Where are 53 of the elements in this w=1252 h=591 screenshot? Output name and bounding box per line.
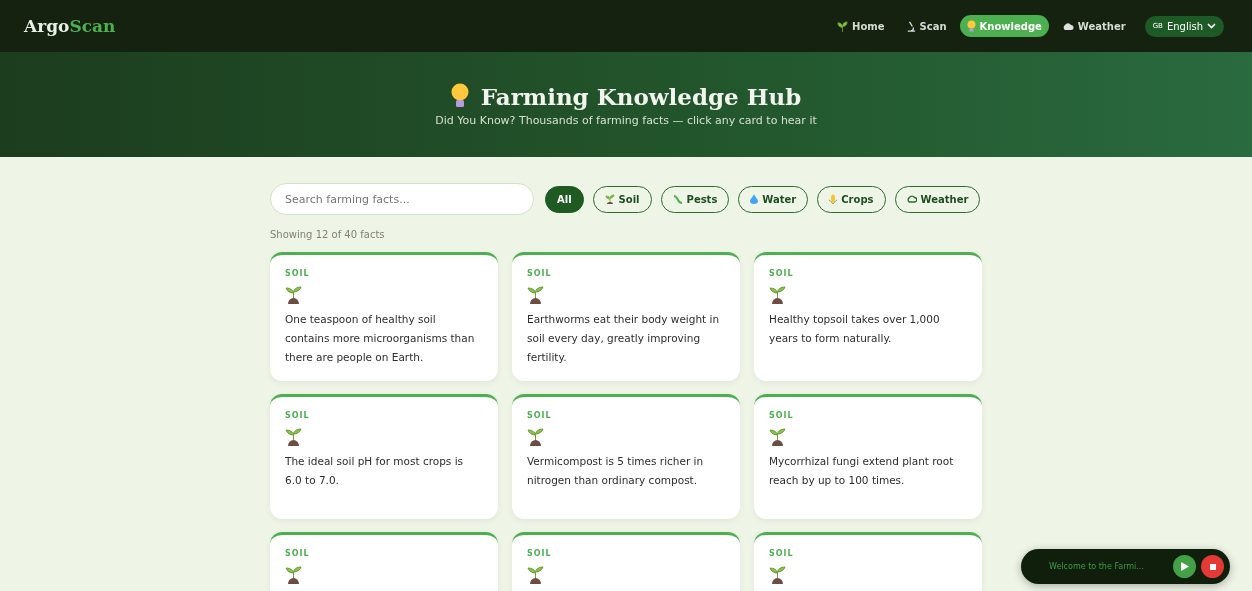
sprout-icon	[604, 194, 615, 204]
nav-link[interactable]: Home	[830, 15, 892, 37]
light-bulb-icon	[450, 83, 469, 109]
card-category: SOIL	[769, 549, 795, 558]
sprout-icon	[527, 427, 544, 446]
fact-card[interactable]: SOIL Mycorrhizal fungi extend plant root reach by up to 100 times.	[754, 394, 982, 519]
fact-text: Earthworms eat their body weight in soil every day, greatly improving fertility.	[527, 312, 721, 365]
play-icon	[1180, 562, 1189, 571]
card-category: SOIL	[285, 269, 311, 278]
sprout-icon	[285, 427, 302, 446]
stop-button[interactable]	[1201, 555, 1224, 578]
water-drop-icon	[750, 194, 759, 204]
fact-card[interactable]: SOIL Earthworms eat their body weight in soil every day, greatly improving fertility.	[512, 252, 740, 381]
card-category: SOIL	[527, 269, 553, 278]
chevron-down-icon	[1207, 23, 1216, 29]
sprout-icon	[769, 285, 786, 304]
sprout-icon	[285, 285, 302, 304]
sprout-icon	[285, 565, 302, 584]
card-category: SOIL	[527, 411, 553, 420]
fact-text: Healthy topsoil takes over 1,000 years to form naturally.	[769, 312, 941, 346]
sprout-icon	[527, 565, 544, 584]
fact-card[interactable]: SOIL Healthy topsoil takes over 1,000 years to form naturally.	[754, 252, 982, 381]
results-count: Showing 12 of 40 facts	[270, 229, 386, 240]
filter-chip[interactable]: All	[545, 185, 584, 213]
page-title: Farming Knowledge Hub	[480, 82, 802, 110]
brand-logo[interactable]: ArgoScan	[24, 16, 116, 36]
card-category: SOIL	[285, 411, 311, 420]
cloud-icon	[1061, 22, 1074, 30]
corn-icon	[829, 194, 838, 204]
card-category: SOIL	[769, 411, 795, 420]
card-category: SOIL	[527, 549, 553, 558]
stop-icon	[1209, 563, 1216, 570]
sprout-icon	[769, 427, 786, 446]
fact-text: Mycorrhizal fungi extend plant root reach by up to 100 times.	[769, 454, 955, 488]
nav-link[interactable]: Weather	[1054, 15, 1133, 37]
plant-icon	[837, 20, 849, 32]
play-button[interactable]	[1173, 555, 1196, 578]
fact-card[interactable]: SOIL One teaspoon of healthy soil contains more microorganisms than there are people on Earth.	[270, 252, 498, 381]
sprout-icon	[527, 285, 544, 304]
light-bulb-icon	[966, 20, 976, 32]
fact-text: The ideal soil pH for most crops is 6.0 to 7.0.	[285, 454, 465, 488]
fact-card[interactable]: SOIL The ideal soil pH for most crops is 6.0 to 7.0.	[270, 394, 498, 519]
fact-card[interactable]: SOIL Vermicompost is 5 times richer in nitrogen than ordinary compost.	[512, 394, 740, 519]
fact-text: Vermicompost is 5 times richer in nitrogen than ordinary compost.	[527, 454, 705, 488]
card-category: SOIL	[769, 269, 795, 278]
nav-link[interactable]: Scan	[897, 15, 954, 37]
card-category: SOIL	[285, 549, 311, 558]
page-subtitle: Did You Know? Thousands of farming facts — click any card to hear it	[435, 113, 817, 127]
fact-text: One teaspoon of healthy soil contains more microorganisms than there are people on Earth.	[285, 312, 476, 365]
player-caption: Welcome to the Farmi...	[1049, 562, 1145, 571]
sprout-icon	[769, 565, 786, 584]
search-field[interactable]: Search farming facts...	[270, 183, 534, 215]
cloud-icon	[906, 195, 917, 203]
